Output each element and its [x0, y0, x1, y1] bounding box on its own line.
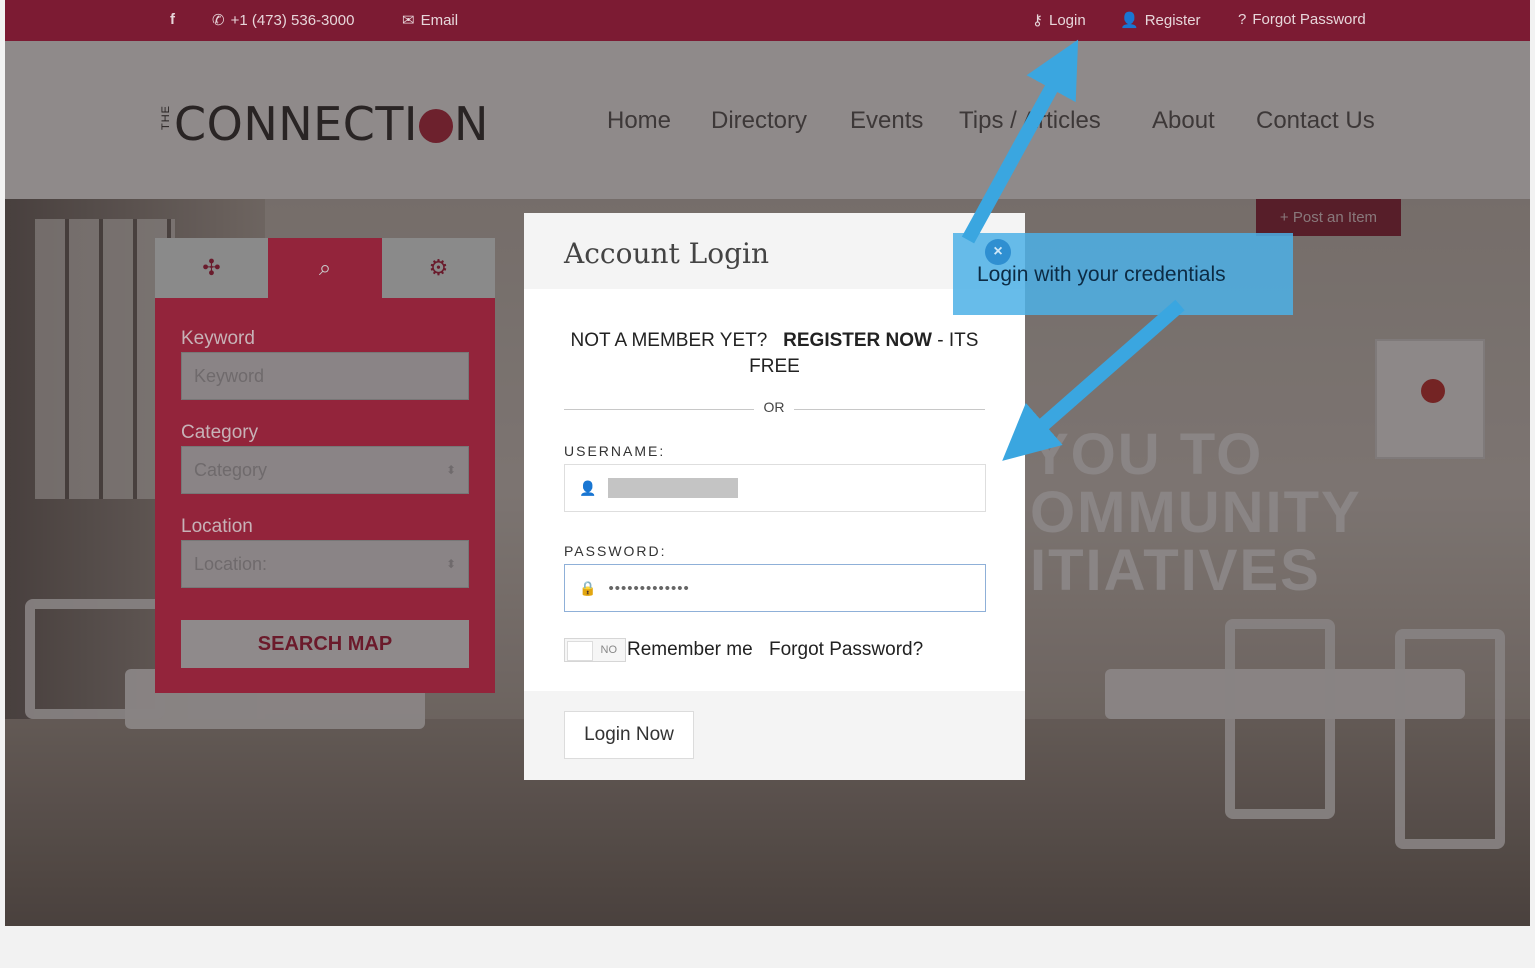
- facebook-icon: f: [170, 11, 175, 28]
- keyword-label: Keyword: [181, 328, 255, 349]
- top-login-label: Login: [1049, 11, 1086, 29]
- nav-directory[interactable]: Directory: [711, 107, 807, 135]
- hero-headline-line-2: OMMUNITY: [1030, 480, 1362, 545]
- hero-headline-line-1: YOU TO: [1030, 422, 1264, 487]
- register-prompt: NOT A MEMBER YET? REGISTER NOW - ITS FRE…: [564, 328, 985, 380]
- category-select[interactable]: Category ⬍: [181, 446, 469, 494]
- move-icon: ✣: [202, 255, 221, 280]
- remember-me-label[interactable]: Remember me: [627, 639, 753, 661]
- facebook-link[interactable]: f: [170, 11, 175, 28]
- top-forgot-label: Forgot Password: [1252, 11, 1366, 28]
- gears-icon: ⚙: [428, 255, 449, 280]
- hero-photo-easel: [1375, 339, 1485, 459]
- search-map-button[interactable]: SEARCH MAP: [181, 620, 469, 668]
- select-arrows-icon: ⬍: [445, 557, 456, 571]
- add-user-icon: 👤: [1120, 12, 1139, 29]
- phone-link[interactable]: ✆ +1 (473) 536-3000: [212, 11, 355, 30]
- close-icon[interactable]: ×: [985, 239, 1011, 265]
- nav-events[interactable]: Events: [850, 107, 923, 135]
- location-label: Location: [181, 516, 253, 537]
- hero-photo-chair: [25, 599, 165, 719]
- hero-headline-line-3: ITIATIVES: [1030, 538, 1321, 603]
- or-text: OR: [754, 399, 794, 415]
- keyword-input[interactable]: Keyword: [181, 352, 469, 400]
- annotation-callout: × Login with your credentials: [953, 233, 1293, 315]
- location-selected: Location:: [194, 553, 268, 574]
- phone-icon: ✆: [212, 12, 225, 29]
- user-icon: 👤: [579, 479, 597, 496]
- password-label: PASSWORD:: [564, 543, 667, 559]
- password-value: •••••••••••••: [608, 579, 690, 597]
- modal-title: Account Login: [564, 237, 770, 270]
- hero-photo-window: [35, 219, 175, 499]
- nav-tips-articles[interactable]: Tips / Articles: [959, 107, 1101, 135]
- callout-text: Login with your credentials: [977, 263, 1226, 286]
- password-input[interactable]: 🔒 •••••••••••••: [564, 564, 986, 612]
- lock-icon: 🔒: [579, 579, 597, 596]
- toggle-state: NO: [600, 644, 618, 656]
- post-item-button[interactable]: + Post an Item: [1256, 199, 1401, 236]
- top-register-link[interactable]: 👤 Register: [1120, 11, 1201, 30]
- question-icon: ?: [1238, 11, 1247, 28]
- top-register-label: Register: [1144, 11, 1201, 29]
- search-panel-tabs: ✣ ⌕ ⚙: [155, 238, 495, 298]
- logo-name: CONNECTI N: [174, 97, 489, 151]
- page-footer-strip: [5, 926, 1530, 968]
- tab-search[interactable]: ⌕: [268, 238, 382, 298]
- category-selected: Category: [194, 459, 268, 480]
- search-panel: ✣ ⌕ ⚙ Keyword Keyword Category Category …: [155, 238, 495, 693]
- top-bar: f ✆ +1 (473) 536-3000 ✉ Email ⚷ Login 👤 …: [5, 0, 1530, 41]
- nav-contact-us[interactable]: Contact Us: [1256, 107, 1375, 135]
- key-icon: ⚷: [1032, 12, 1043, 29]
- tab-move[interactable]: ✣: [155, 238, 268, 298]
- hero-photo-chair: [1225, 619, 1335, 819]
- location-select[interactable]: Location: ⬍: [181, 540, 469, 588]
- phone-number: +1 (473) 536-3000: [230, 11, 355, 29]
- select-arrows-icon: ⬍: [445, 463, 456, 477]
- modal-header: Account Login: [524, 213, 1025, 289]
- logo-the: THE: [160, 105, 172, 130]
- tab-settings[interactable]: ⚙: [382, 238, 495, 298]
- hero-photo-chair: [1395, 629, 1505, 849]
- envelope-icon: ✉: [402, 12, 415, 29]
- redacted-username: [608, 478, 739, 498]
- site-header: THE CONNECTI N Home Directory Events Tips…: [5, 41, 1530, 199]
- top-forgot-link[interactable]: ? Forgot Password: [1238, 11, 1366, 28]
- username-label: USERNAME:: [564, 443, 666, 459]
- top-login-link[interactable]: ⚷ Login: [1032, 11, 1086, 30]
- register-now-link[interactable]: REGISTER NOW: [783, 330, 932, 351]
- or-divider: OR: [564, 399, 985, 419]
- email-link[interactable]: ✉ Email: [402, 11, 459, 30]
- zoom-icon: ⌕: [318, 255, 332, 280]
- not-member-text: NOT A MEMBER YET?: [570, 330, 768, 351]
- login-now-button[interactable]: Login Now: [564, 711, 694, 759]
- login-modal: Account Login NOT A MEMBER YET? REGISTER…: [524, 213, 1025, 780]
- remember-toggle[interactable]: NO: [564, 638, 626, 662]
- forgot-password-link[interactable]: Forgot Password?: [769, 639, 923, 661]
- logo-mark-icon: [419, 109, 453, 143]
- username-input[interactable]: 👤: [564, 464, 986, 512]
- modal-footer: Login Now: [524, 691, 1025, 780]
- email-label: Email: [420, 11, 459, 29]
- category-label: Category: [181, 422, 259, 443]
- page: f ✆ +1 (473) 536-3000 ✉ Email ⚷ Login 👤 …: [0, 0, 1535, 968]
- nav-about[interactable]: About: [1152, 107, 1215, 135]
- keyword-placeholder: Keyword: [194, 365, 265, 386]
- site-logo[interactable]: THE CONNECTI N: [160, 101, 489, 147]
- nav-home[interactable]: Home: [607, 107, 671, 135]
